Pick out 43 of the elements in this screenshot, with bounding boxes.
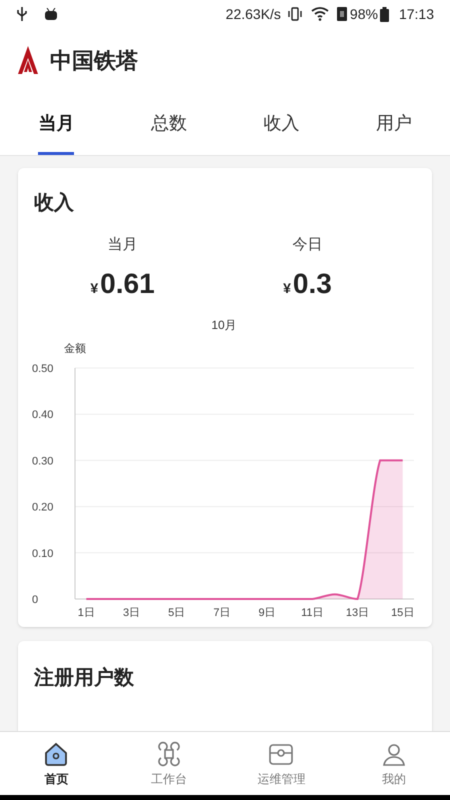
tab[interactable]: 收入 (263, 92, 300, 155)
stat-value: 0.3 (292, 266, 332, 300)
network-speed: 22.63K/s (226, 4, 281, 24)
usb-icon (16, 6, 28, 22)
tab[interactable]: 总数 (150, 92, 187, 155)
android-icon (44, 8, 58, 20)
tab[interactable]: 当月 (38, 92, 74, 155)
nav-item[interactable]: 工作台 (112, 732, 225, 795)
card-title: 注册用户数 (34, 666, 135, 690)
tick-label: 5日 (168, 606, 186, 616)
logo-icon (16, 44, 40, 76)
tick-label: 0.40 (32, 408, 54, 421)
battery-percent: 98% (350, 4, 378, 24)
vibrate-icon (286, 7, 303, 21)
tick-label: 9日 (258, 606, 276, 616)
tab[interactable]: 用户 (376, 92, 412, 155)
axis-title: 金额 (64, 342, 86, 354)
nav-item[interactable]: 我的 (338, 732, 450, 795)
clock: 17:13 (398, 4, 434, 24)
tick-label: 0.20 (32, 501, 54, 514)
tick-label: 0 (32, 594, 38, 606)
tick-label: 0.30 (32, 454, 54, 467)
card-title: 收入 (33, 191, 75, 216)
tick-label: 3日 (122, 606, 140, 616)
stat-label: 今日 (292, 235, 322, 255)
tick-label: 13日 (346, 606, 370, 616)
currency-symbol: ¥ (283, 278, 291, 298)
currency-symbol: ¥ (90, 278, 98, 298)
tick-label: 7日 (213, 606, 230, 616)
sim-card-icon (336, 7, 347, 21)
nav-item[interactable]: 运维管理 (225, 732, 338, 795)
nav-item[interactable]: 首页 (0, 732, 112, 795)
battery-icon (380, 6, 389, 22)
tick-label: 0.50 (32, 362, 54, 374)
wifi-icon (310, 7, 329, 21)
stat-value: 0.61 (100, 266, 155, 300)
stat-label: 当月 (108, 235, 138, 255)
chart-title: 10月 (211, 318, 237, 332)
tick-label: 11日 (301, 606, 324, 616)
tick-label: 15日 (391, 606, 414, 616)
tick-label: 0.10 (32, 547, 54, 560)
tick-label: 1日 (78, 606, 95, 616)
app-title: 中国铁塔 (50, 46, 138, 74)
